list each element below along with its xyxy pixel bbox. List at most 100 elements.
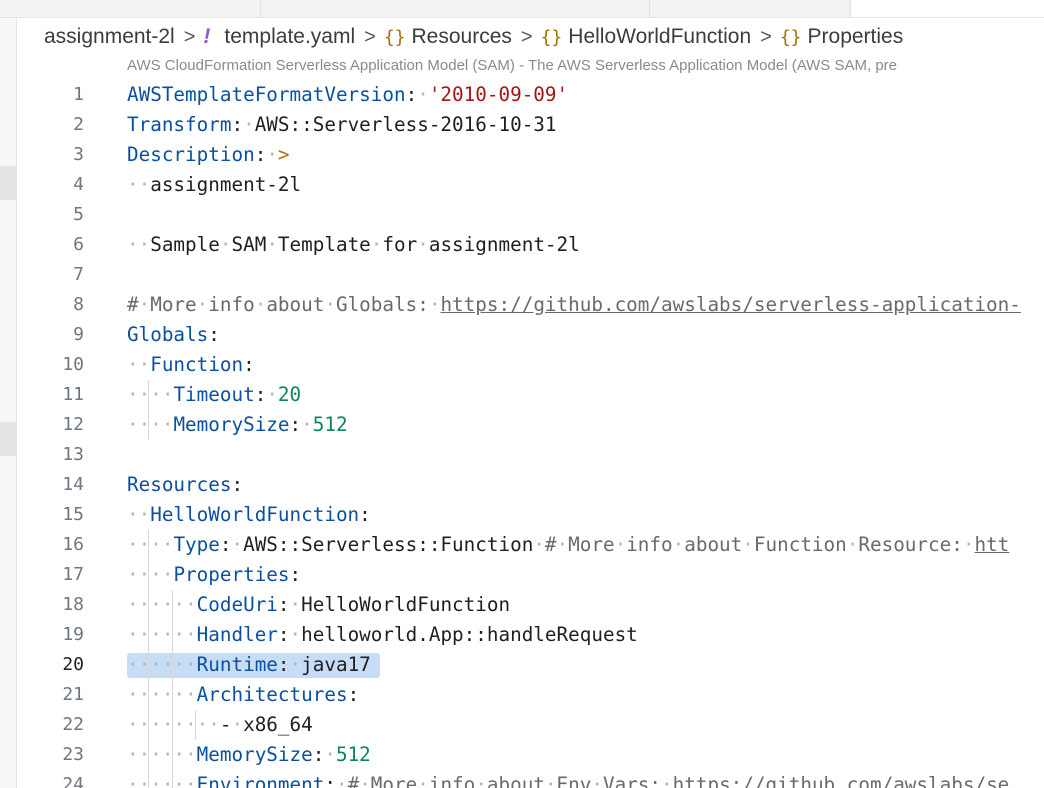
indent-guide bbox=[171, 710, 173, 740]
code-token: HelloWorldFunction bbox=[150, 503, 360, 526]
code-text: ········-·x86_64 bbox=[127, 710, 313, 740]
whitespace-marker: · bbox=[231, 713, 244, 736]
indent-guide bbox=[148, 380, 150, 410]
line-number: 4 bbox=[73, 174, 84, 195]
editor-tab-active[interactable] bbox=[851, 0, 1044, 17]
whitespace-marker: · bbox=[266, 233, 278, 256]
code-token: Function bbox=[753, 533, 847, 556]
code-line[interactable]: 18 ······CodeUri:·HelloWorldFunction bbox=[0, 590, 1044, 620]
code-line[interactable]: 9 Globals: bbox=[0, 320, 1044, 350]
code-line[interactable]: 5 bbox=[0, 200, 1044, 230]
code-line[interactable]: 19 ······Handler:·helloworld.App::handleR… bbox=[0, 620, 1044, 650]
code-token: : bbox=[289, 563, 302, 586]
line-number: 17 bbox=[62, 564, 84, 585]
line-number: 8 bbox=[73, 294, 84, 315]
code-token: assignment-2l bbox=[150, 173, 302, 196]
code-line[interactable]: 3 Description:·> bbox=[0, 140, 1044, 170]
code-text: ······Architectures: bbox=[127, 680, 359, 710]
whitespace-marker: · bbox=[243, 113, 255, 136]
code-line[interactable]: 24 ······Environment:·#·More·info·about·E… bbox=[0, 770, 1044, 788]
code-token: Environment bbox=[196, 773, 325, 788]
code-token: : bbox=[324, 773, 336, 788]
code-token: Type bbox=[173, 533, 220, 556]
code-line[interactable]: 22 ········-·x86_64 bbox=[0, 710, 1044, 740]
code-token: Transform bbox=[127, 113, 232, 136]
code-token: : bbox=[254, 383, 267, 406]
code-token: AWSTemplateFormatVersion bbox=[127, 83, 406, 106]
code-token: # bbox=[347, 773, 360, 788]
line-number: 5 bbox=[73, 204, 84, 225]
whitespace-marker: · bbox=[544, 773, 557, 788]
indent-guide bbox=[148, 410, 150, 440]
code-line[interactable]: 20 ······Runtime:·java17 bbox=[0, 650, 1044, 680]
code-text: AWSTemplateFormatVersion:·'2010-09-09' bbox=[127, 80, 568, 110]
code-token: info bbox=[428, 773, 476, 788]
whitespace-marker: · bbox=[324, 743, 336, 766]
whitespace-marker: · bbox=[672, 533, 685, 556]
code-token: java17 bbox=[301, 653, 371, 676]
schema-hint[interactable]: AWS CloudFormation Serverless Applicatio… bbox=[127, 57, 1044, 74]
code-text: ····Timeout:·20 bbox=[127, 380, 301, 410]
code-line[interactable]: 1 AWSTemplateFormatVersion:·'2010-09-09' bbox=[0, 80, 1044, 110]
code-line[interactable]: 14 Resources: bbox=[0, 470, 1044, 500]
code-token: Function bbox=[150, 353, 244, 376]
code-token: Globals bbox=[127, 323, 209, 346]
indent-guide bbox=[148, 620, 150, 650]
whitespace-marker: · bbox=[614, 533, 627, 556]
code-line[interactable]: 13 bbox=[0, 440, 1044, 470]
object-icon: {} bbox=[779, 26, 802, 48]
code-token: More bbox=[370, 773, 418, 788]
editor-tab[interactable] bbox=[261, 0, 650, 17]
code-token: : bbox=[219, 533, 232, 556]
whitespace-marker: · bbox=[289, 593, 302, 616]
code-line[interactable]: 6 ··Sample·SAM·Template·for·assignment-2l bbox=[0, 230, 1044, 260]
chevron-right-icon: > bbox=[520, 25, 533, 48]
code-line[interactable]: 12 ····MemorySize:·512 bbox=[0, 410, 1044, 440]
code-token: CodeUri bbox=[196, 593, 278, 616]
yaml-file-icon: ! bbox=[203, 25, 211, 48]
code-text: ······Runtime:·java17 bbox=[127, 650, 371, 680]
code-line[interactable]: 11 ····Timeout:·20 bbox=[0, 380, 1044, 410]
breadcrumb-file[interactable]: template.yaml bbox=[224, 25, 355, 49]
chevron-right-icon: > bbox=[364, 25, 376, 48]
breadcrumb-item-properties[interactable]: Properties bbox=[808, 25, 904, 49]
whitespace-marker: ···· bbox=[127, 533, 174, 556]
code-token: Timeout bbox=[173, 383, 255, 406]
code-token: 20 bbox=[277, 383, 302, 406]
code-token: Globals: bbox=[335, 293, 429, 316]
code-line[interactable]: 16 ····Type:·AWS::Serverless::Function·#·… bbox=[0, 530, 1044, 560]
code-line[interactable]: 21 ······Architectures: bbox=[0, 680, 1044, 710]
whitespace-marker: ·· bbox=[127, 503, 151, 526]
code-token: Template bbox=[277, 233, 371, 256]
code-token: info bbox=[208, 293, 255, 316]
code-line[interactable]: 15 ··HelloWorldFunction: bbox=[0, 500, 1044, 530]
indent-guide bbox=[148, 650, 150, 680]
code-line[interactable]: 2 Transform:·AWS::Serverless-2016-10-31 bbox=[0, 110, 1044, 140]
breadcrumb-item-helloworldfunction[interactable]: HelloWorldFunction bbox=[568, 25, 751, 49]
whitespace-marker: ········ bbox=[127, 713, 220, 736]
code-line[interactable]: 23 ······MemorySize:·512 bbox=[0, 740, 1044, 770]
code-line[interactable]: 8 #·More·info·about·Globals:·https://gith… bbox=[0, 290, 1044, 320]
breadcrumb-item-resources[interactable]: Resources bbox=[412, 25, 512, 49]
whitespace-marker: ···· bbox=[127, 563, 174, 586]
code-token: '2010-09-09' bbox=[428, 83, 569, 106]
code-line[interactable]: 10 ··Function: bbox=[0, 350, 1044, 380]
code-token: : bbox=[231, 113, 244, 136]
line-number: 15 bbox=[62, 504, 84, 525]
indent-guide bbox=[148, 680, 150, 710]
line-number: 16 bbox=[62, 534, 84, 555]
code-token: x86_64 bbox=[243, 713, 313, 736]
editor-tab[interactable] bbox=[650, 0, 851, 17]
code-token: : bbox=[277, 653, 290, 676]
code-token: Vars: bbox=[602, 773, 662, 788]
breadcrumb-folder[interactable]: assignment-2l bbox=[44, 25, 175, 49]
code-line[interactable]: 17 ····Properties: bbox=[0, 560, 1044, 590]
code-line[interactable]: 7 bbox=[0, 260, 1044, 290]
code-line[interactable]: 4 ··assignment-2l bbox=[0, 170, 1044, 200]
indent-guide bbox=[194, 710, 196, 740]
whitespace-marker: ······ bbox=[127, 593, 197, 616]
whitespace-marker: ······ bbox=[127, 743, 197, 766]
breadcrumb: assignment-2l > ! template.yaml > {} Res… bbox=[44, 22, 903, 52]
editor-tab[interactable] bbox=[0, 0, 261, 17]
code-editor[interactable]: 1 AWSTemplateFormatVersion:·'2010-09-09' 2… bbox=[0, 80, 1044, 788]
